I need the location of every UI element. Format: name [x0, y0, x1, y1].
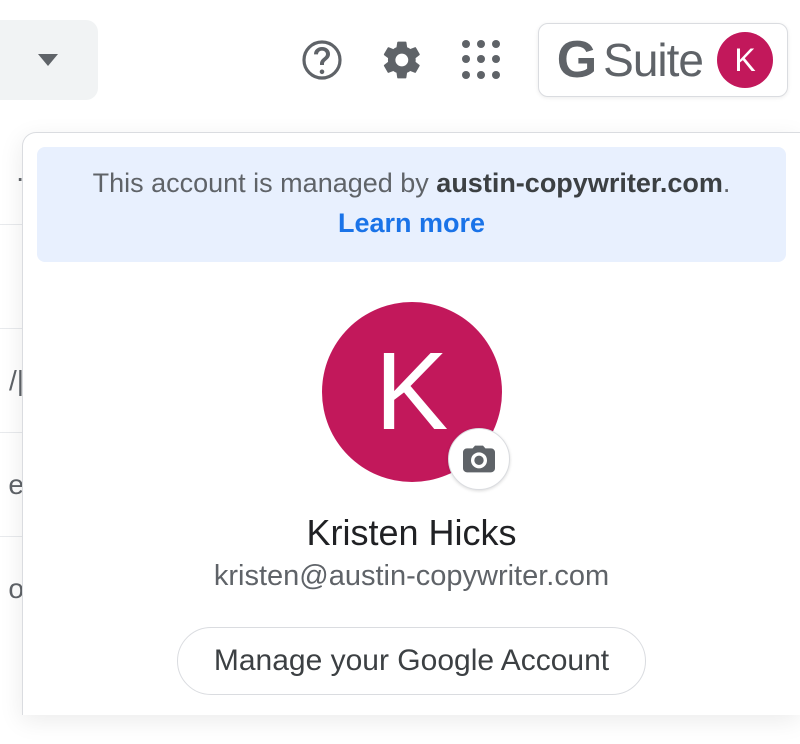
banner-prefix: This account is managed by — [93, 168, 437, 198]
gsuite-logo: G Suite — [557, 33, 703, 87]
avatar-wrap: K — [322, 302, 502, 482]
top-toolbar: G Suite K — [0, 0, 800, 120]
gsuite-g: G — [557, 34, 597, 86]
caret-down-icon — [38, 54, 58, 66]
manage-account-button[interactable]: Manage your Google Account — [177, 627, 646, 695]
email-address: kristen@austin-copywriter.com — [43, 560, 780, 593]
managed-account-banner: This account is managed by austin-copywr… — [37, 147, 786, 262]
change-photo-button[interactable] — [448, 428, 510, 490]
banner-domain: austin-copywriter.com — [436, 168, 723, 198]
help-icon — [300, 38, 344, 82]
google-apps-button[interactable] — [452, 30, 512, 90]
banner-suffix: . — [723, 168, 731, 198]
display-name: Kristen Hicks — [43, 512, 780, 554]
account-popover: This account is managed by austin-copywr… — [22, 132, 800, 715]
profile-area: K Kristen Hicks kristen@austin-copywrite… — [23, 262, 800, 715]
help-button[interactable] — [292, 30, 352, 90]
gsuite-suite: Suite — [603, 33, 703, 87]
apps-grid-icon — [462, 40, 502, 80]
learn-more-link[interactable]: Learn more — [57, 205, 766, 241]
account-chip[interactable]: G Suite K — [538, 23, 788, 97]
camera-icon — [463, 445, 495, 473]
gear-icon — [380, 38, 424, 82]
input-mode-dropdown[interactable] — [0, 20, 98, 100]
settings-button[interactable] — [372, 30, 432, 90]
avatar-small: K — [717, 32, 773, 88]
